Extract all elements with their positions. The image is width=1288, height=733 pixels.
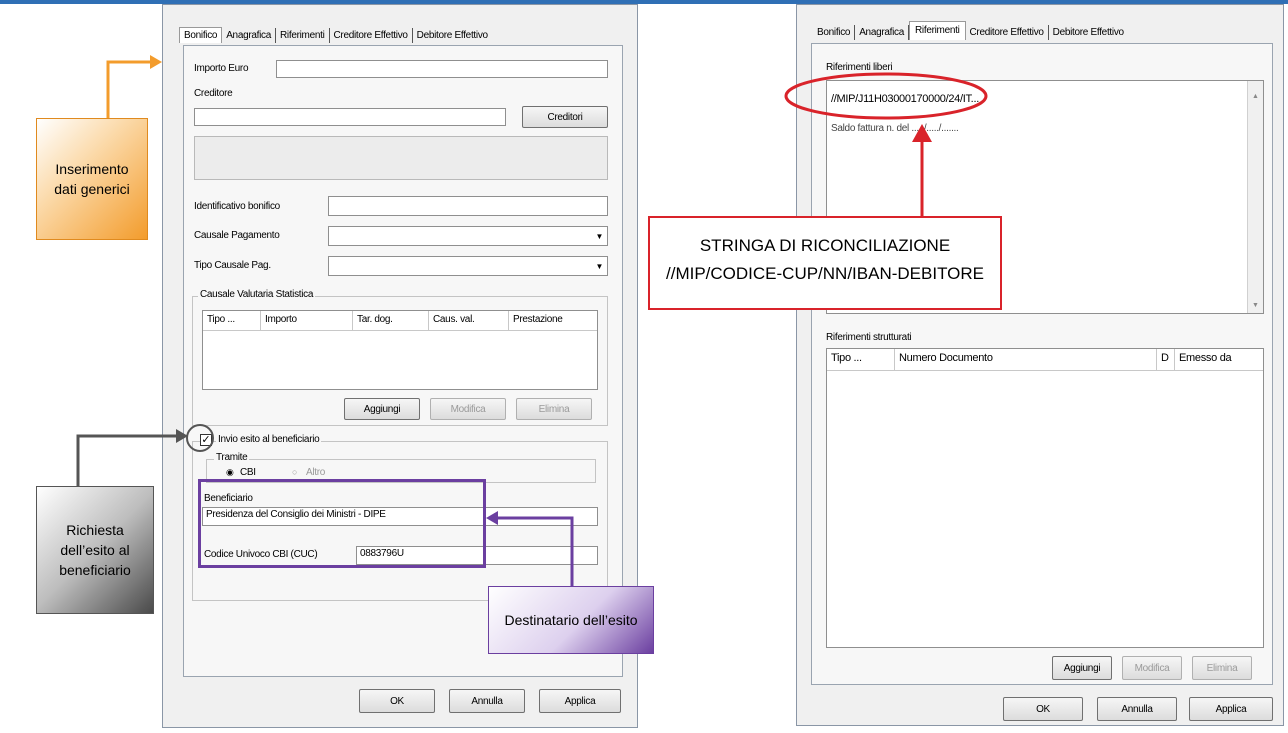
stringa-format: //MIP/CODICE-CUP/NN/IBAN-DEBITORE [666,264,984,283]
right-tab-strip: Bonifico Anagrafica Riferimenti Creditor… [813,21,1128,40]
strutturati-listview: Tipo ... Numero Documento D Emesso da [826,348,1264,648]
inserimento-connector [106,60,152,118]
destinatario-connector [496,516,574,586]
destinatario-callout: Destinatario dell’esito [488,586,654,654]
tab-debitore-effettivo-right[interactable]: Debitore Effettivo [1049,25,1128,40]
tab-creditore-effettivo-right[interactable]: Creditore Effettivo [966,25,1049,40]
riferimenti-strutturati-label: Riferimenti strutturati [826,332,912,343]
right-ok-button[interactable]: OK [1003,697,1083,721]
strutturati-elimina-button[interactable]: Elimina [1192,656,1252,680]
col-tipo-right[interactable]: Tipo ... [827,349,895,370]
reconciliation-highlight-ellipse [784,72,988,120]
richiesta-callout: Richiesta dell’esito al beneficiario [36,486,154,614]
col-emesso-da[interactable]: Emesso da [1175,349,1263,370]
destinatario-arrowhead [486,511,498,525]
col-d[interactable]: D [1157,349,1175,370]
strutturati-modifica-button[interactable]: Modifica [1122,656,1182,680]
richiesta-connector [76,434,176,486]
callout-connectors-right [784,72,988,216]
inserimento-arrowhead [150,55,162,69]
scroll-up-icon[interactable]: ▲ [1252,93,1259,100]
col-numero-documento[interactable]: Numero Documento [895,349,1157,370]
inserimento-callout: Inserimento dati generici [36,118,148,240]
stringa-callout: STRINGA DI RICONCILIAZIONE //MIP/CODICE-… [648,216,1002,310]
tab-anagrafica-right[interactable]: Anagrafica [855,25,909,40]
stringa-title: STRINGA DI RICONCILIAZIONE [699,236,951,255]
richiesta-arrowhead [176,429,188,443]
liberi-scrollbar[interactable]: ▲ ▼ [1247,81,1263,313]
strutturati-aggiungi-button[interactable]: Aggiungi [1052,656,1112,680]
strutturati-header: Tipo ... Numero Documento D Emesso da [827,349,1263,371]
tab-bonifico-right[interactable]: Bonifico [813,25,856,40]
right-applica-button[interactable]: Applica [1189,697,1273,721]
scroll-down-icon[interactable]: ▼ [1252,302,1259,309]
tab-riferimenti-right[interactable]: Riferimenti [909,21,966,40]
reconciliation-arrowhead [912,124,932,142]
right-annulla-button[interactable]: Annulla [1097,697,1177,721]
